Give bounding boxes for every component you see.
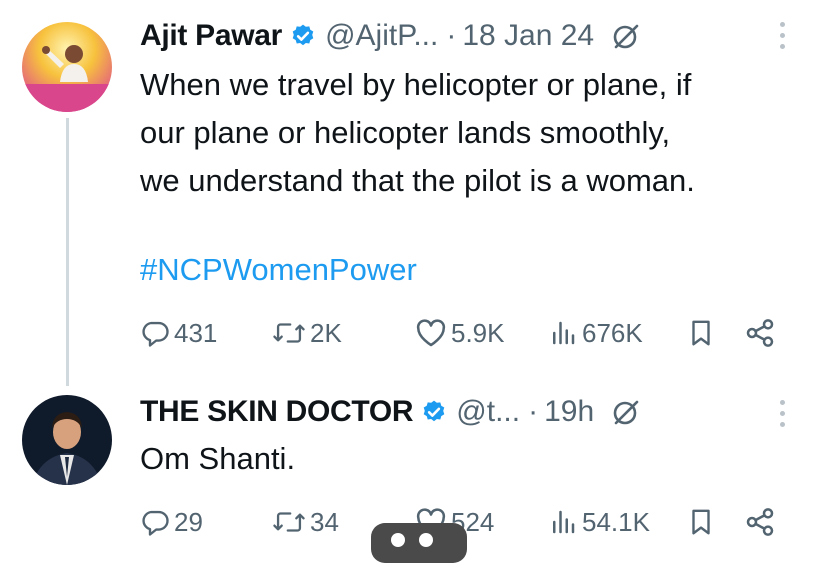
more-icon[interactable] xyxy=(780,400,785,427)
avatar[interactable] xyxy=(22,22,112,112)
repost-button[interactable]: 2K xyxy=(272,313,342,353)
tweet-text: Om Shanti. xyxy=(140,435,295,483)
avatar-image xyxy=(22,22,112,112)
timestamp[interactable]: 19h xyxy=(544,395,594,429)
repost-icon xyxy=(272,507,306,537)
tweet-text: When we travel by helicopter or plane, i… xyxy=(140,61,695,205)
reply-button[interactable]: 29 xyxy=(140,502,203,542)
like-icon xyxy=(415,318,447,348)
repost-count: 2K xyxy=(310,317,342,348)
bookmark-button[interactable] xyxy=(686,313,716,353)
separator-dot: · xyxy=(446,19,457,52)
share-icon xyxy=(744,317,776,349)
tweet-text-line: our plane or helicopter lands smoothly, xyxy=(140,115,671,150)
hashtag-link[interactable]: #NCPWomenPower xyxy=(140,246,417,294)
grok-icon[interactable] xyxy=(610,396,642,428)
reply-icon xyxy=(140,318,170,348)
views-count: 54.1K xyxy=(582,506,650,537)
tweet-text-line: When we travel by helicopter or plane, i… xyxy=(140,67,692,102)
share-button[interactable] xyxy=(744,313,776,353)
author-name[interactable]: Ajit Pawar xyxy=(140,19,282,53)
views-count: 676K xyxy=(582,317,643,348)
action-bar: 431 2K 5.9K 676K xyxy=(140,313,790,353)
avatar[interactable] xyxy=(22,395,112,485)
views-button[interactable]: 54.1K xyxy=(548,502,650,542)
tweet-text-line: we understand that the pilot is a woman. xyxy=(140,163,695,198)
tweet-text-line: Om Shanti. xyxy=(140,441,296,476)
bookmark-icon xyxy=(686,318,716,348)
author-name[interactable]: THE SKIN DOCTOR xyxy=(140,395,414,429)
tweet-header: Ajit Pawar @AjitP... · 18 Jan 24 xyxy=(140,19,642,53)
overlay-pill xyxy=(371,523,467,563)
author-handle[interactable]: @t... xyxy=(456,395,520,429)
share-button[interactable] xyxy=(744,502,776,542)
bookmark-icon xyxy=(686,507,716,537)
bookmark-button[interactable] xyxy=(686,502,716,542)
grok-icon[interactable] xyxy=(610,20,642,52)
timestamp[interactable]: 18 Jan 24 xyxy=(462,19,594,53)
like-button[interactable]: 5.9K xyxy=(415,313,505,353)
avatar-image xyxy=(22,395,112,485)
repost-icon xyxy=(272,318,306,348)
repost-button[interactable]: 34 xyxy=(272,502,339,542)
reply-count: 29 xyxy=(174,506,203,537)
like-count: 5.9K xyxy=(451,317,505,348)
tweet-header: THE SKIN DOCTOR @t... · 19h xyxy=(140,395,642,429)
views-icon xyxy=(548,318,578,348)
separator-dot: · xyxy=(528,395,539,428)
reply-icon xyxy=(140,507,170,537)
tweet-ajit-pawar[interactable]: Ajit Pawar @AjitP... · 18 Jan 24 When we… xyxy=(0,0,823,390)
repost-count: 34 xyxy=(310,506,339,537)
verified-badge-icon xyxy=(421,399,447,425)
reply-count: 431 xyxy=(174,317,218,348)
author-handle[interactable]: @AjitP... xyxy=(325,19,438,53)
views-button[interactable]: 676K xyxy=(548,313,643,353)
reply-button[interactable]: 431 xyxy=(140,313,217,353)
verified-badge-icon xyxy=(290,23,316,49)
thread-line xyxy=(66,118,69,386)
views-icon xyxy=(548,507,578,537)
share-icon xyxy=(744,506,776,538)
more-icon[interactable] xyxy=(780,22,785,49)
